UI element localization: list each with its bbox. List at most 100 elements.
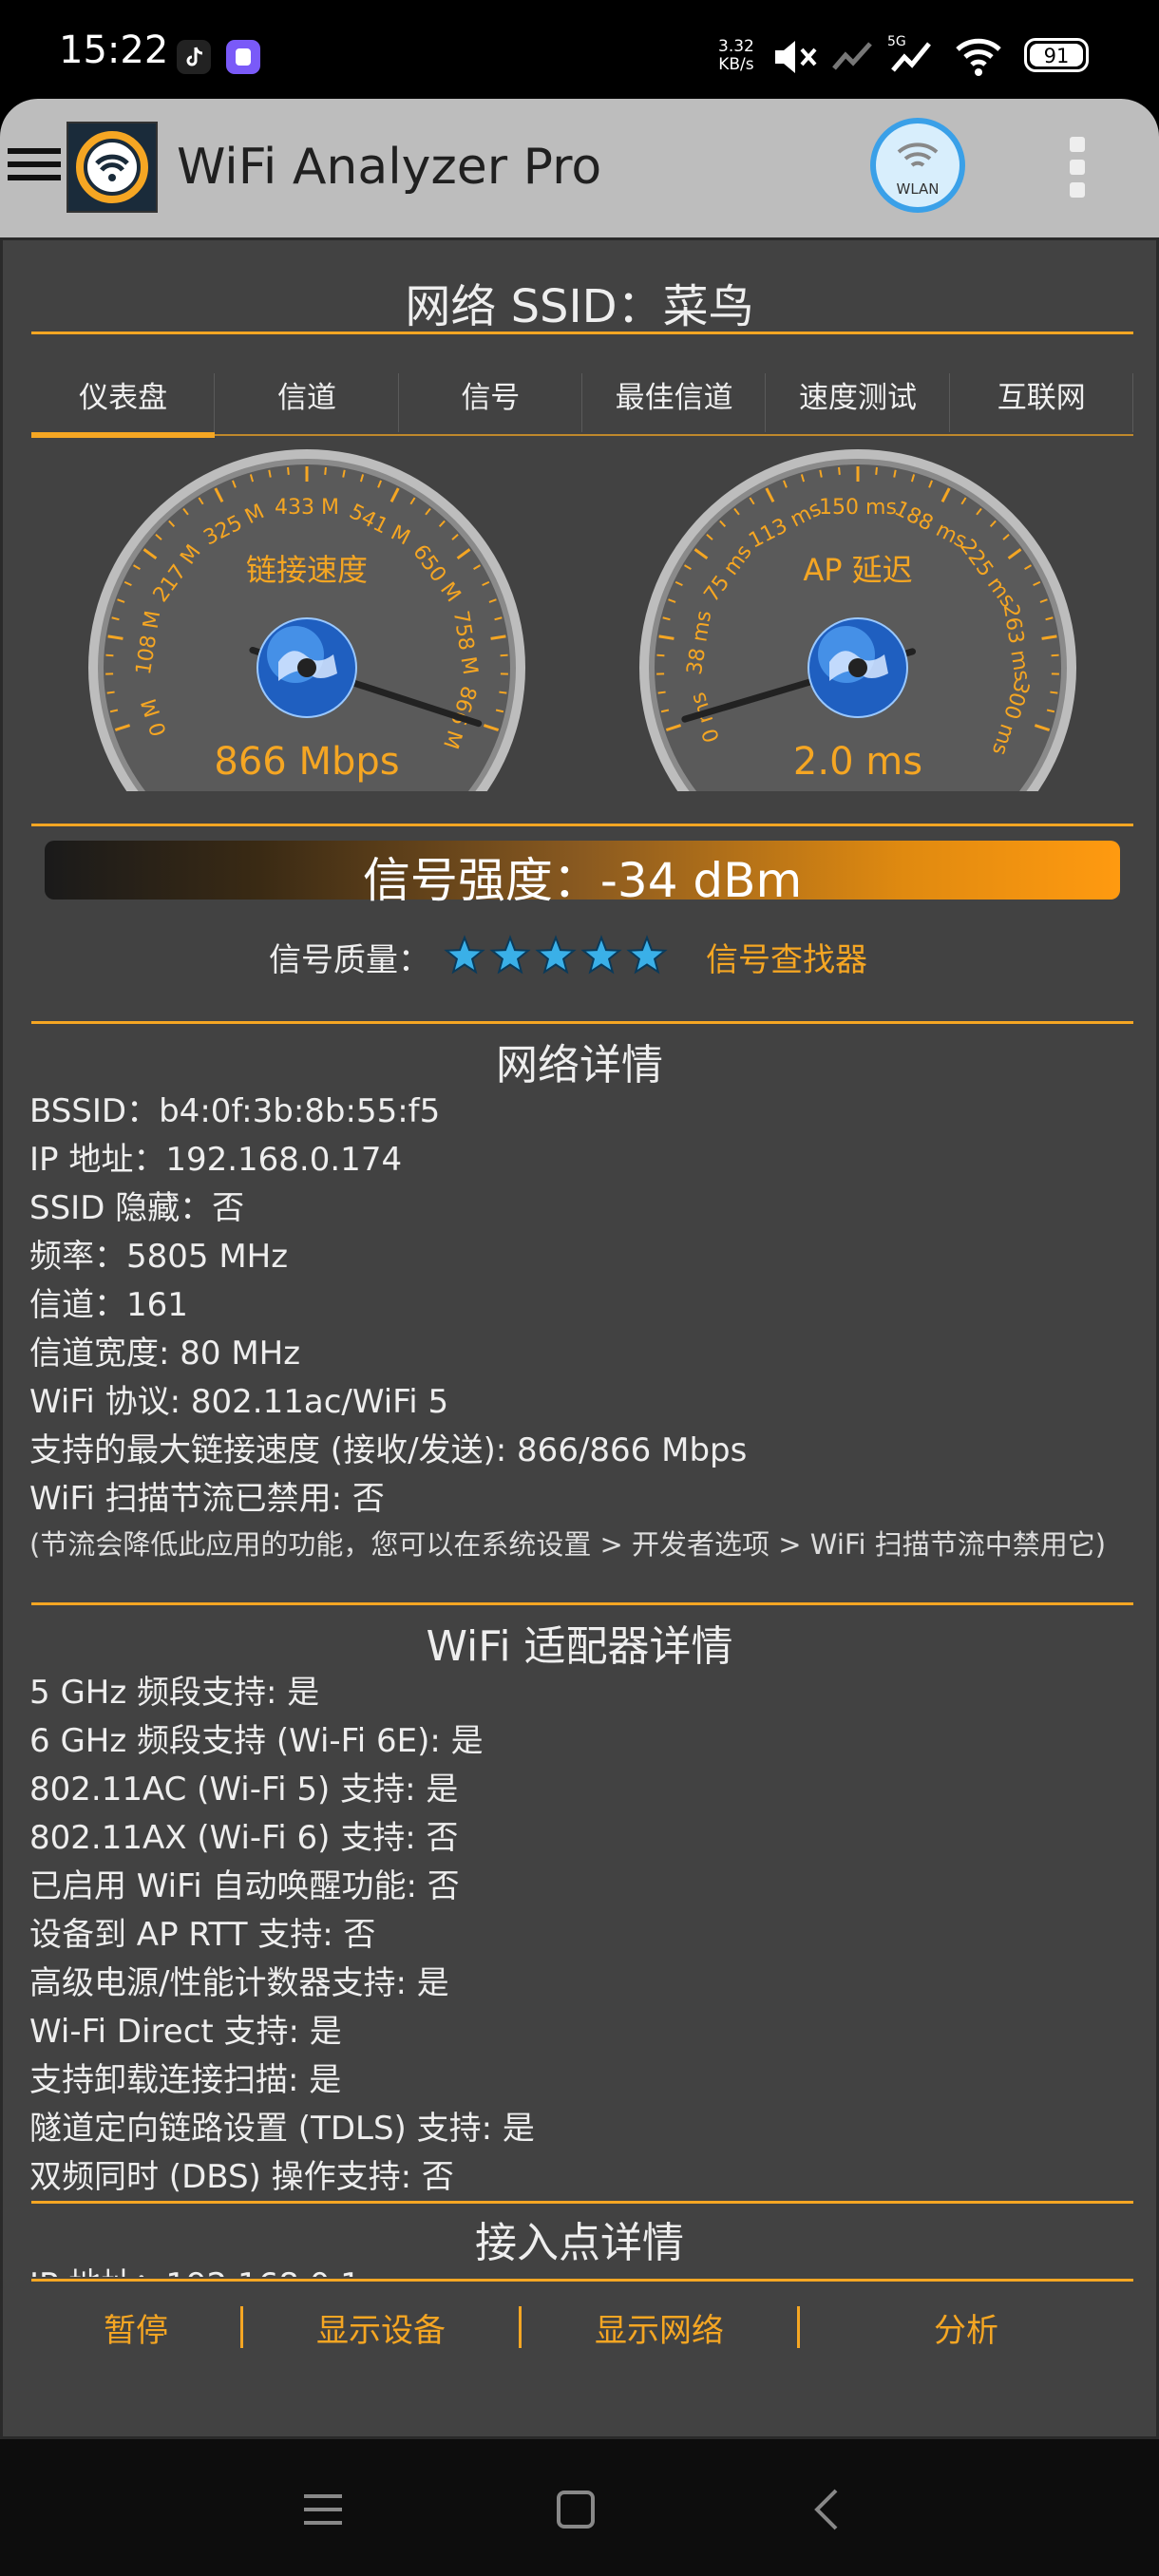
tab-3[interactable]: 最佳信道 (582, 352, 767, 438)
gauge-tick (499, 691, 507, 694)
system-nav-bar (0, 2439, 1159, 2576)
battery-icon: 91 (1024, 38, 1089, 72)
menu-lines-icon (304, 2494, 342, 2525)
star-icon (580, 935, 622, 975)
wifi-icon (954, 36, 1003, 82)
detail-row: 802.11AC (Wi-Fi 5) 支持: 是 (29, 1771, 459, 1809)
detail-row: 信道：161 (29, 1286, 188, 1324)
gauge-tick (105, 653, 114, 657)
gauge-title: 链接速度 (246, 552, 368, 588)
action-button-3[interactable]: 分析 (800, 2304, 1132, 2351)
divider (31, 1602, 1133, 1605)
adapter-details-title: WiFi 适配器详情 (426, 1622, 733, 1671)
back-button[interactable] (800, 2481, 857, 2538)
wifi-icon (897, 142, 939, 167)
signal-5g-icon: 5G (887, 34, 939, 82)
tab-bar: 仪表盘 信道 信号 最佳信道 速度测试 互联网 (31, 352, 1134, 438)
gauge-readout: 866 Mbps (214, 740, 399, 784)
battery-level: 91 (1030, 44, 1083, 67)
tab-5[interactable]: 互联网 (950, 352, 1134, 438)
detail-row: 隧道定向链路设置 (TDLS) 支持: 是 (29, 2110, 535, 2148)
detail-row: 支持的最大链接速度 (接收/发送): 866/866 Mbps (29, 1431, 748, 1469)
ap-latency-gauge: 0 ms38 ms75 ms113 ms150 ms188 ms225 ms26… (639, 449, 1076, 791)
wlan-button[interactable]: WLAN (870, 118, 965, 213)
star-icon (444, 935, 485, 975)
tab-1[interactable]: 信道 (215, 352, 399, 438)
mute-icon (771, 36, 821, 82)
detail-row: 频率：5805 MHz (29, 1238, 289, 1276)
gauge-tick (875, 466, 878, 475)
divider (31, 331, 1133, 334)
gauge-tick (1051, 653, 1059, 657)
action-button-2[interactable]: 显示网络 (522, 2304, 797, 2351)
divider (31, 2201, 1133, 2204)
detail-row: 5 GHz 频段支持: 是 (29, 1674, 320, 1712)
gauge-tick (106, 691, 115, 694)
status-time: 15:22 (59, 28, 169, 72)
home-button[interactable] (547, 2481, 604, 2538)
net-speed-unit: KB/s (718, 55, 754, 74)
status-bar: 15:22 3.32 KB/s 5G 91 (0, 0, 1159, 99)
tab-4[interactable]: 速度测试 (766, 352, 950, 438)
gauge-tick (287, 466, 290, 475)
gauge-tick (657, 691, 666, 694)
network-badge: 5G (887, 34, 906, 49)
detail-row: 设备到 AP RTT 支持: 否 (29, 1916, 376, 1954)
gauge-title: AP 延迟 (803, 552, 912, 588)
back-chevron-icon (814, 2489, 838, 2530)
network-details-title: 网络详情 (496, 1041, 663, 1089)
menu-line (8, 148, 61, 154)
detail-row: WiFi 扫描节流已禁用: 否 (29, 1480, 385, 1518)
gauge-tick (500, 653, 508, 657)
more-dot (1070, 137, 1085, 152)
menu-button[interactable] (8, 141, 61, 194)
ssid-header: 网络 SSID：菜鸟 (405, 280, 754, 333)
net-speed-value: 3.32 (718, 37, 754, 56)
detail-note: (节流会降低此应用的功能，您可以在系统设置 > 开发者选项 > WiFi 扫描节… (29, 1528, 1107, 1561)
wifi-logo-icon (76, 131, 148, 203)
detail-row: 高级电源/性能计数器支持: 是 (29, 1964, 449, 2002)
signal-quality-label: 信号质量： (269, 941, 430, 979)
detail-row: BSSID：b4:0f:3b:8b:55:f5 (29, 1092, 441, 1130)
detail-row: SSID 隐藏：否 (29, 1189, 245, 1227)
gauges: 0 M108 M217 M325 M433 M541 M650 M758 M86… (88, 449, 1076, 791)
recent-apps-button[interactable] (294, 2481, 352, 2538)
signal-quality-stars (444, 935, 668, 975)
signal-strength-text: 信号强度：-34 dBm (362, 853, 803, 908)
link-speed-gauge: 0 M108 M217 M325 M433 M541 M650 M758 M86… (88, 449, 525, 791)
tab-0[interactable]: 仪表盘 (31, 352, 216, 438)
dashboard-panel: 网络 SSID：菜鸟 仪表盘 信道 信号 最佳信道 速度测试 互联网 0 M 108 M 21… (0, 237, 1159, 2439)
star-icon (489, 935, 531, 975)
network-details-list: BSSID：b4:0f:3b:8b:55:f5 IP 地址：192.168.0.1… (29, 1088, 1131, 1563)
app-notification-icon (226, 40, 260, 74)
net-speed: 3.32 KB/s (718, 38, 754, 74)
detail-row: WiFi 协议: 802.11ac/WiFi 5 (29, 1383, 449, 1421)
more-options-button[interactable] (1070, 137, 1091, 203)
gauge-tick-label: 433 M (275, 496, 339, 520)
signal-icon (830, 36, 876, 82)
wlan-label: WLAN (896, 180, 940, 198)
star-icon (535, 935, 577, 975)
app-title: WiFi Analyzer Pro (177, 139, 602, 196)
detail-row: IP 地址：192.168.0.174 (29, 1141, 403, 1179)
needle-hub (848, 658, 867, 677)
tiktok-icon (177, 40, 211, 74)
star-icon (626, 935, 668, 975)
menu-line (8, 175, 61, 180)
more-dot (1070, 160, 1085, 175)
bottom-actions: 暂停 显示设备 显示网络 分析 (31, 2275, 1133, 2379)
gauges-area: 0 M108 M217 M325 M433 M541 M650 M758 M86… (3, 447, 1159, 808)
gauge-readout: 2.0 ms (793, 740, 922, 784)
home-square-icon (557, 2491, 595, 2529)
signal-quality-row: 信号质量： 信号查找器 (3, 930, 1156, 983)
detail-row: 支持卸载连接扫描: 是 (29, 2061, 342, 2099)
gauge-tick-label: 150 ms (819, 496, 897, 520)
action-button-1[interactable]: 显示设备 (243, 2304, 519, 2351)
app-logo (66, 122, 158, 213)
detail-row: 6 GHz 频段支持 (Wi-Fi 6E): 是 (29, 1722, 484, 1760)
action-button-0[interactable]: 暂停 (31, 2304, 240, 2351)
tab-2[interactable]: 信号 (399, 352, 583, 438)
menu-line (8, 161, 61, 167)
more-dot (1070, 182, 1085, 198)
signal-finder-link[interactable]: 信号查找器 (706, 934, 867, 980)
